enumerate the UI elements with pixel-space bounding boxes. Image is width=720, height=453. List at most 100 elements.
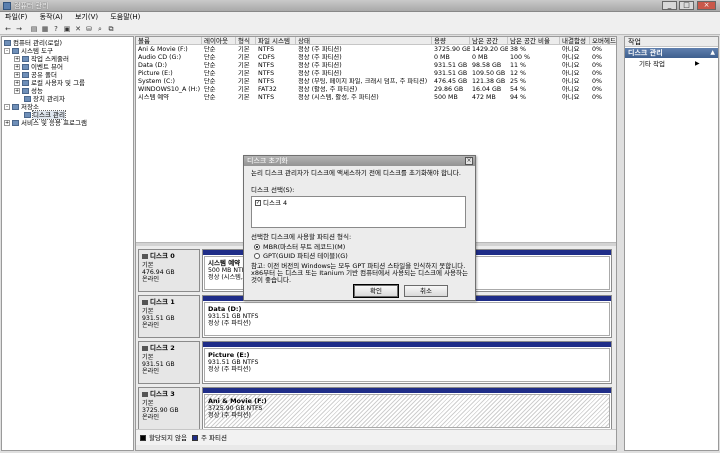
show-hide-icon[interactable]: ▣ [63, 25, 71, 33]
cell-status: 정상 (시스템, 활성, 주 파티션) [298, 94, 379, 101]
cell-type: 기본 [238, 94, 250, 101]
tree-item-local-users[interactable]: + 로컬 사용자 및 그룹 [14, 79, 85, 87]
help-icon[interactable]: ? [52, 25, 60, 33]
gpt-radio[interactable] [254, 253, 260, 259]
expand-icon[interactable]: + [14, 88, 20, 94]
disk-info[interactable]: 디스크 1 기본 931.51 GB 온라인 [138, 295, 200, 338]
expand-icon[interactable]: + [14, 56, 20, 62]
table-row[interactable]: Picture (E:) 단순 기본 NTFS 정상 (주 파티션) 931.51 GB 1… [136, 70, 616, 78]
tree-item-system-tools[interactable]: - 시스템 도구 [4, 47, 53, 55]
tree-item-shared-folders[interactable]: + 공유 폴더 [14, 71, 57, 79]
tree-item-performance[interactable]: + 성능 [14, 87, 43, 95]
partition-box[interactable]: Ani & Movie (F:) 3725.90 GB NTFS 정상 (주 파티션… [204, 394, 610, 428]
tree-item-disk-management[interactable]: 디스크 관리 [24, 110, 66, 120]
gpt-option[interactable]: GPT(GUID 파티션 테이블)(G) [254, 252, 348, 260]
col-free-percent[interactable]: 남은 공간 비율 [508, 37, 560, 45]
close-button[interactable]: × [697, 1, 716, 10]
minimize-button[interactable]: _ [662, 1, 677, 10]
expand-icon[interactable]: + [14, 64, 20, 70]
disk-icon[interactable]: ⛁ [85, 25, 93, 33]
col-status[interactable]: 상태 [296, 37, 432, 45]
console-tree-icon[interactable]: ▤ [30, 25, 38, 33]
cell-capacity: 931.51 GB [434, 62, 468, 69]
menu-file[interactable]: 파일(F) [0, 12, 32, 23]
ok-button[interactable]: 확인 [353, 284, 399, 298]
cell-filesystem: NTFS [258, 46, 275, 53]
expand-icon[interactable]: + [14, 72, 20, 78]
expand-icon[interactable]: + [4, 120, 10, 126]
tools-icon [12, 48, 19, 54]
collapse-icon[interactable]: - [4, 104, 10, 110]
maximize-button[interactable]: □ [679, 1, 694, 10]
partition[interactable]: Picture (E:) 931.51 GB NTFS 정상 (주 파티션) [202, 341, 612, 384]
copy-icon[interactable]: ⧉ [107, 25, 115, 33]
partition[interactable]: Data (D:) 931.51 GB NTFS 정상 (주 파티션) [202, 295, 612, 338]
toolbar: ← → ▤ ▦ ? ▣ ✕ ⛁ ⌕ ⧉ [0, 23, 720, 35]
tree-item-storage[interactable]: - 저장소 [4, 103, 39, 111]
col-volume[interactable]: 볼륨 [136, 37, 202, 45]
disk-row[interactable]: 디스크 2 기본 931.51 GB 온라인 Picture (E:) 931.51 GB… [138, 341, 612, 384]
col-layout[interactable]: 레이아웃 [202, 37, 236, 45]
collapse-icon[interactable]: - [4, 48, 10, 54]
partition-box[interactable]: Data (D:) 931.51 GB NTFS 정상 (주 파티션) [204, 302, 610, 336]
tree-item-task-scheduler[interactable]: + 작업 스케줄러 [14, 55, 69, 63]
col-type[interactable]: 형식 [236, 37, 256, 45]
table-row[interactable]: Audio CD (G:) 단순 기본 CDFS 정상 (주 파티션) 0 MB 0 MB 1… [136, 54, 616, 62]
tree-item-root[interactable]: 컴퓨터 관리(로컬) [4, 39, 62, 47]
cancel-button[interactable]: 취소 [404, 285, 448, 297]
dialog-close-button[interactable]: × [465, 157, 473, 165]
disk-status: 온라인 [142, 368, 160, 375]
mbr-radio[interactable] [254, 244, 260, 250]
horizontal-scrollbar[interactable] [136, 445, 616, 450]
table-row[interactable]: Ani & Movie (F:) 단순 기본 NTFS 정상 (주 파티션) 3725.9… [136, 46, 616, 54]
menu-view[interactable]: 보기(V) [70, 12, 103, 23]
properties-icon[interactable]: ▦ [41, 25, 49, 33]
disk-info[interactable]: 디스크 0 기본 476.94 GB 온라인 [138, 249, 200, 292]
tree-item-device-manager[interactable]: 장치 관리자 [24, 95, 65, 103]
disk-checkbox[interactable]: ✓ [255, 200, 261, 206]
col-fault-tolerance[interactable]: 내결함성 [560, 37, 590, 45]
expand-icon[interactable]: + [14, 80, 20, 86]
cell-type: 기본 [238, 54, 250, 61]
computer-management-icon [3, 2, 11, 10]
col-capacity[interactable]: 용량 [432, 37, 470, 45]
disk-name-text: 디스크 1 [150, 298, 175, 306]
col-filesystem[interactable]: 파일 시스템 [256, 37, 296, 45]
partition-size: 3725.90 GB NTFS [208, 405, 263, 412]
partition-box[interactable]: Picture (E:) 931.51 GB NTFS 정상 (주 파티션) [204, 348, 610, 382]
table-row[interactable]: Data (D:) 단순 기본 NTFS 정상 (주 파티션) 931.51 GB 98.5… [136, 62, 616, 70]
disk-info[interactable]: 디스크 3 기본 3725.90 GB 온라인 [138, 387, 200, 430]
back-icon[interactable]: ← [4, 25, 12, 33]
disk-row[interactable]: 디스크 1 기본 931.51 GB 온라인 Data (D:) 931.51 GB NT… [138, 295, 612, 338]
table-row[interactable]: 시스템 예약 단순 기본 NTFS 정상 (시스템, 활성, 주 파티션) 500 MB 4… [136, 94, 616, 102]
cell-layout: 단순 [204, 70, 216, 77]
col-overhead[interactable]: 오버헤드 [590, 37, 616, 45]
mbr-option[interactable]: MBR(마스터 부트 레코드)(M) [254, 243, 345, 251]
search-icon[interactable]: ⌕ [96, 25, 104, 33]
cell-status: 정상 (주 파티션) [298, 46, 342, 53]
tree-item-event-viewer[interactable]: + 이벤트 뷰어 [14, 63, 63, 71]
disk-info[interactable]: 디스크 2 기본 931.51 GB 온라인 [138, 341, 200, 384]
disk-listbox[interactable]: ✓ 디스크 4 [251, 196, 466, 228]
disk-type: 기본 [142, 354, 154, 361]
delete-icon[interactable]: ✕ [74, 25, 82, 33]
disk-type: 기본 [142, 400, 154, 407]
cell-fault-tolerance: 아니요 [562, 46, 580, 53]
dialog-intro-text: 논리 디스크 관리자가 디스크에 액세스하기 전에 디스크를 초기화해야 합니다… [251, 169, 461, 177]
disk-list-item[interactable]: ✓ 디스크 4 [255, 199, 287, 207]
cell-overhead: 0% [592, 46, 602, 53]
collapse-up-icon[interactable]: ▲ [710, 48, 715, 58]
forward-icon[interactable]: → [15, 25, 23, 33]
table-row[interactable]: WINDOWS10_A (H:) 단순 기본 FAT32 정상 (활성, 주 파티션) 2… [136, 86, 616, 94]
tree-item-services[interactable]: + 서비스 및 응용 프로그램 [4, 119, 87, 127]
actions-group-disk-management[interactable]: 디스크 관리 ▲ [625, 48, 718, 58]
partition[interactable]: Ani & Movie (F:) 3725.90 GB NTFS 정상 (주 파티션… [202, 387, 612, 430]
menu-action[interactable]: 동작(A) [35, 12, 68, 23]
partition-status: 정상 (주 파티션) [208, 412, 251, 419]
table-row[interactable]: System (C:) 단순 기본 NTFS 정상 (부팅, 페이지 파일, 크래시 덤… [136, 78, 616, 86]
col-free-space[interactable]: 남은 공간 [470, 37, 508, 45]
partition-status: 정상 (주 파티션) [208, 320, 251, 327]
action-more-actions[interactable]: 기타 작업 ▶ [639, 60, 700, 68]
disk-row[interactable]: 디스크 3 기본 3725.90 GB 온라인 Ani & Movie (F:) 3725… [138, 387, 612, 430]
menu-help[interactable]: 도움말(H) [105, 12, 145, 23]
